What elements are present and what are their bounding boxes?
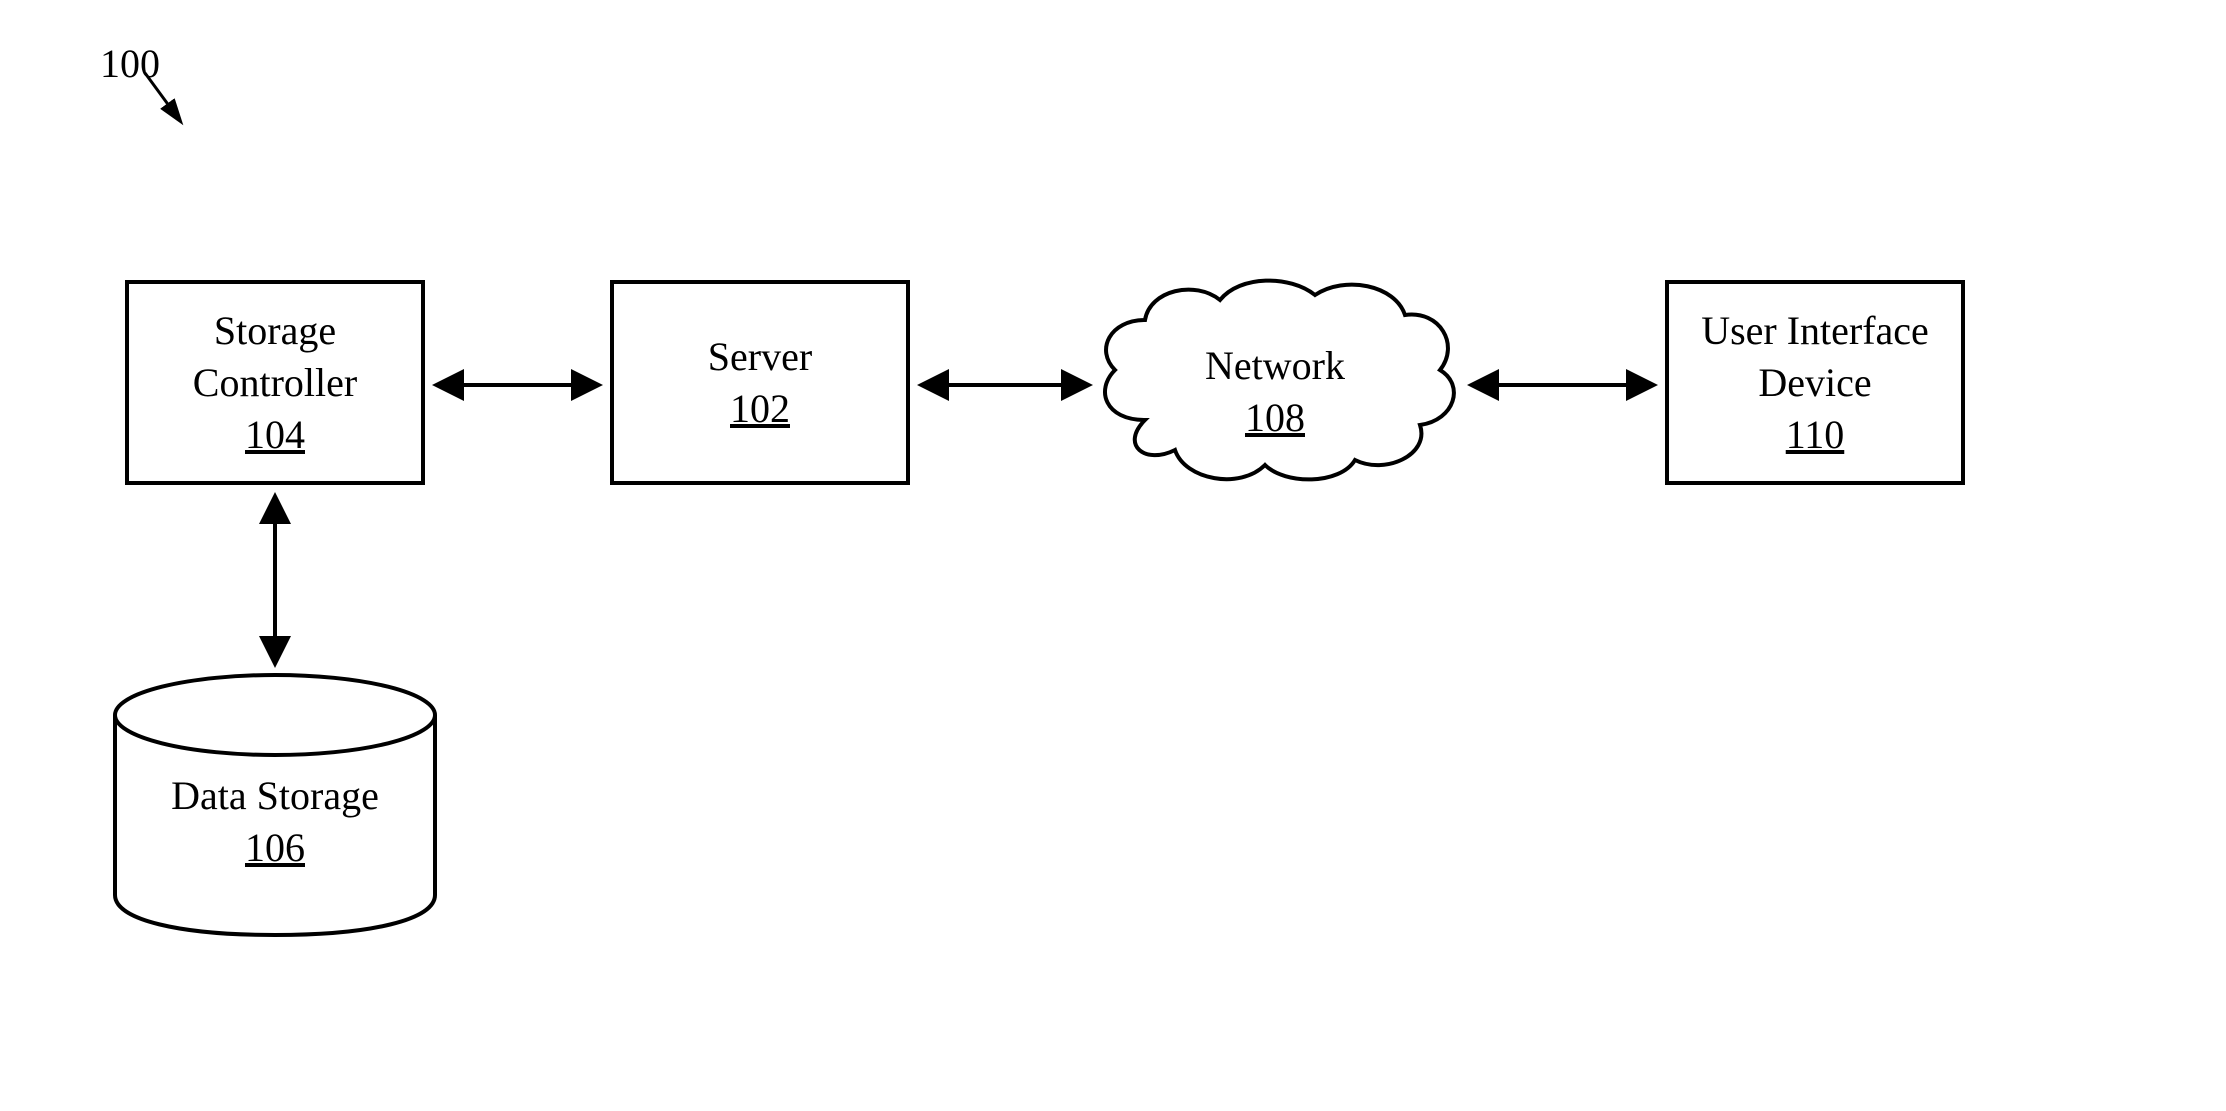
arrows-layer <box>0 0 2226 1111</box>
